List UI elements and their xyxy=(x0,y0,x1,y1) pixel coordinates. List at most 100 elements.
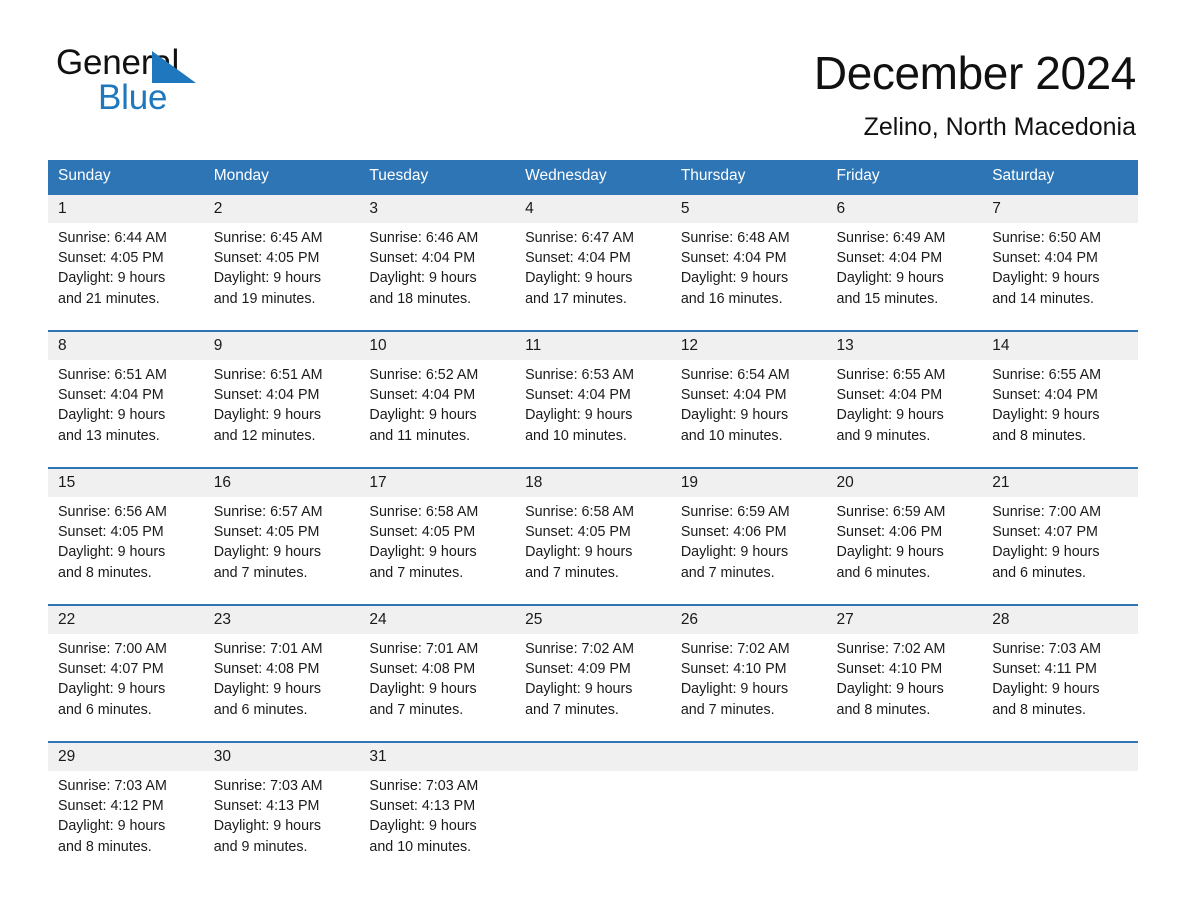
daylight-text-line2: and 16 minutes. xyxy=(680,290,783,307)
sunset-text: Sunset: 4:09 PM xyxy=(525,661,631,678)
sunrise-text: Sunrise: 7:01 AM xyxy=(369,641,479,657)
calendar-cell[interactable]: 16 Sunrise: 6:57 AM Sunset: 4:05 PM Dayligh… xyxy=(203,467,360,602)
sunset-text: Sunset: 4:04 PM xyxy=(992,250,1098,267)
sunrise-text: Sunrise: 7:03 AM xyxy=(213,778,323,794)
calendar-cell[interactable]: 20 Sunrise: 6:59 AM Sunset: 4:06 PM Dayligh… xyxy=(826,467,983,602)
sunset-text: Sunset: 4:04 PM xyxy=(836,250,943,267)
calendar-cell[interactable]: 23 Sunrise: 7:01 AM Sunset: 4:08 PM Dayligh… xyxy=(203,604,360,739)
calendar-cell[interactable]: 2 Sunrise: 6:45 AM Sunset: 4:05 PM Daylight… xyxy=(203,193,360,328)
day-details: Sunrise: 6:46 AM Sunset: 4:04 PM Daylight:… xyxy=(359,223,515,309)
calendar-cell[interactable]: 21 Sunrise: 7:00 AM Sunset: 4:07 PM Dayligh… xyxy=(982,467,1138,602)
day-details: Sunrise: 6:58 AM Sunset: 4:05 PM Daylight:… xyxy=(359,497,515,583)
calendar-cell-empty xyxy=(982,741,1138,876)
daylight-text-line1: Daylight: 9 hours xyxy=(369,681,477,698)
calendar-cell[interactable]: 10 Sunrise: 6:52 AM Sunset: 4:04 PM Dayligh… xyxy=(359,330,516,465)
day-number: 7 xyxy=(982,195,1138,223)
daylight-text-line1: Daylight: 9 hours xyxy=(58,270,166,287)
day-number xyxy=(670,743,827,771)
daylight-text-line1: Daylight: 9 hours xyxy=(213,544,321,561)
calendar-cell[interactable]: 5 Sunrise: 6:48 AM Sunset: 4:04 PM Daylight… xyxy=(670,193,827,328)
calendar-cell[interactable]: 29 Sunrise: 7:03 AM Sunset: 4:12 PM Dayligh… xyxy=(48,741,204,876)
day-number: 20 xyxy=(826,469,983,497)
daylight-text-line2: and 10 minutes. xyxy=(525,427,627,444)
day-details: Sunrise: 6:54 AM Sunset: 4:04 PM Daylight:… xyxy=(671,360,827,446)
calendar-cell[interactable]: 14 Sunrise: 6:55 AM Sunset: 4:04 PM Dayligh… xyxy=(982,330,1138,465)
sunrise-text: Sunrise: 7:03 AM xyxy=(58,778,167,794)
calendar-week-row: 8 Sunrise: 6:51 AM Sunset: 4:04 PM Daylight… xyxy=(48,330,1138,465)
sunrise-text: Sunrise: 6:48 AM xyxy=(680,230,790,246)
calendar-cell[interactable]: 19 Sunrise: 6:59 AM Sunset: 4:06 PM Dayligh… xyxy=(670,467,827,602)
sunset-text: Sunset: 4:05 PM xyxy=(213,250,320,267)
calendar-cell[interactable]: 1 Sunrise: 6:44 AM Sunset: 4:05 PM Daylight… xyxy=(48,193,204,328)
daylight-text-line1: Daylight: 9 hours xyxy=(58,818,166,835)
day-details: Sunrise: 6:45 AM Sunset: 4:05 PM Daylight:… xyxy=(204,223,360,309)
calendar-cell[interactable]: 13 Sunrise: 6:55 AM Sunset: 4:04 PM Dayligh… xyxy=(826,330,983,465)
calendar-cell[interactable]: 9 Sunrise: 6:51 AM Sunset: 4:04 PM Daylight… xyxy=(203,330,360,465)
sunrise-text: Sunrise: 7:02 AM xyxy=(680,641,790,657)
calendar-cell[interactable]: 30 Sunrise: 7:03 AM Sunset: 4:13 PM Dayligh… xyxy=(203,741,360,876)
day-number: 21 xyxy=(982,469,1138,497)
day-number xyxy=(515,743,671,771)
calendar-cell[interactable]: 15 Sunrise: 6:56 AM Sunset: 4:05 PM Dayligh… xyxy=(48,467,204,602)
day-details: Sunrise: 7:00 AM Sunset: 4:07 PM Daylight:… xyxy=(48,634,204,720)
daylight-text-line1: Daylight: 9 hours xyxy=(836,544,944,561)
calendar-cell[interactable]: 25 Sunrise: 7:02 AM Sunset: 4:09 PM Dayligh… xyxy=(515,604,671,739)
day-details: Sunrise: 6:49 AM Sunset: 4:04 PM Daylight:… xyxy=(827,223,983,309)
calendar-cell[interactable]: 31 Sunrise: 7:03 AM Sunset: 4:13 PM Dayligh… xyxy=(359,741,516,876)
day-details: Sunrise: 7:02 AM Sunset: 4:10 PM Daylight:… xyxy=(671,634,827,720)
sunset-text: Sunset: 4:12 PM xyxy=(58,798,164,815)
calendar-cell[interactable]: 28 Sunrise: 7:03 AM Sunset: 4:11 PM Dayligh… xyxy=(982,604,1138,739)
daylight-text-line2: and 9 minutes. xyxy=(836,427,931,444)
day-number: 12 xyxy=(670,332,827,360)
calendar-cell[interactable]: 6 Sunrise: 6:49 AM Sunset: 4:04 PM Daylight… xyxy=(826,193,983,328)
sunrise-text: Sunrise: 6:59 AM xyxy=(680,504,790,520)
calendar-cell[interactable]: 12 Sunrise: 6:54 AM Sunset: 4:04 PM Dayligh… xyxy=(670,330,827,465)
calendar-cell[interactable]: 11 Sunrise: 6:53 AM Sunset: 4:04 PM Dayligh… xyxy=(515,330,671,465)
daylight-text-line2: and 7 minutes. xyxy=(525,564,619,581)
calendar-week-row: 22 Sunrise: 7:00 AM Sunset: 4:07 PM Dayligh… xyxy=(48,604,1138,739)
daylight-text-line1: Daylight: 9 hours xyxy=(992,270,1100,287)
day-details: Sunrise: 7:01 AM Sunset: 4:08 PM Daylight:… xyxy=(359,634,515,720)
daylight-text-line1: Daylight: 9 hours xyxy=(836,407,944,424)
calendar-cell[interactable]: 3 Sunrise: 6:46 AM Sunset: 4:04 PM Daylight… xyxy=(359,193,516,328)
sunset-text: Sunset: 4:04 PM xyxy=(369,250,476,267)
day-number: 18 xyxy=(515,469,671,497)
daylight-text-line2: and 8 minutes. xyxy=(992,701,1087,718)
day-number: 25 xyxy=(515,606,671,634)
day-number xyxy=(982,743,1138,771)
day-details: Sunrise: 6:55 AM Sunset: 4:04 PM Daylight:… xyxy=(982,360,1138,446)
sunrise-text: Sunrise: 6:49 AM xyxy=(836,230,946,246)
daylight-text-line1: Daylight: 9 hours xyxy=(680,270,789,287)
calendar-cell[interactable]: 7 Sunrise: 6:50 AM Sunset: 4:04 PM Daylight… xyxy=(982,193,1138,328)
day-details: Sunrise: 6:57 AM Sunset: 4:05 PM Daylight:… xyxy=(204,497,360,583)
sunrise-text: Sunrise: 7:03 AM xyxy=(369,778,479,794)
day-details: Sunrise: 6:48 AM Sunset: 4:04 PM Daylight:… xyxy=(671,223,827,309)
calendar-cell[interactable]: 26 Sunrise: 7:02 AM Sunset: 4:10 PM Dayligh… xyxy=(670,604,827,739)
calendar-cell[interactable]: 4 Sunrise: 6:47 AM Sunset: 4:04 PM Daylight… xyxy=(515,193,671,328)
calendar-cell-empty xyxy=(515,741,671,876)
daylight-text-line1: Daylight: 9 hours xyxy=(213,270,321,287)
daylight-text-line1: Daylight: 9 hours xyxy=(58,681,166,698)
calendar-cell[interactable]: 8 Sunrise: 6:51 AM Sunset: 4:04 PM Daylight… xyxy=(48,330,204,465)
day-number: 29 xyxy=(48,743,204,771)
sunset-text: Sunset: 4:13 PM xyxy=(369,798,476,815)
calendar-body: 1 Sunrise: 6:44 AM Sunset: 4:05 PM Daylight… xyxy=(48,193,1138,876)
daylight-text-line1: Daylight: 9 hours xyxy=(369,407,477,424)
weekday-header-monday: Monday xyxy=(203,160,360,194)
day-details: Sunrise: 6:50 AM Sunset: 4:04 PM Daylight:… xyxy=(982,223,1138,309)
calendar-cell[interactable]: 18 Sunrise: 6:58 AM Sunset: 4:05 PM Dayligh… xyxy=(515,467,671,602)
sunrise-text: Sunrise: 7:03 AM xyxy=(992,641,1102,657)
sunrise-text: Sunrise: 6:58 AM xyxy=(369,504,479,520)
sunrise-text: Sunrise: 6:53 AM xyxy=(525,367,634,383)
title-block: December 2024 Zelino, North Macedonia xyxy=(256,44,1137,144)
calendar-cell[interactable]: 27 Sunrise: 7:02 AM Sunset: 4:10 PM Dayligh… xyxy=(826,604,983,739)
calendar-cell[interactable]: 22 Sunrise: 7:00 AM Sunset: 4:07 PM Dayligh… xyxy=(48,604,204,739)
calendar-cell[interactable]: 24 Sunrise: 7:01 AM Sunset: 4:08 PM Dayligh… xyxy=(359,604,516,739)
sunset-text: Sunset: 4:10 PM xyxy=(836,661,943,678)
sunset-text: Sunset: 4:04 PM xyxy=(213,387,320,404)
daylight-text-line1: Daylight: 9 hours xyxy=(369,818,477,835)
daylight-text-line2: and 9 minutes. xyxy=(213,838,308,855)
daylight-text-line1: Daylight: 9 hours xyxy=(213,681,321,698)
daylight-text-line1: Daylight: 9 hours xyxy=(213,407,321,424)
calendar-cell[interactable]: 17 Sunrise: 6:58 AM Sunset: 4:05 PM Dayligh… xyxy=(359,467,516,602)
